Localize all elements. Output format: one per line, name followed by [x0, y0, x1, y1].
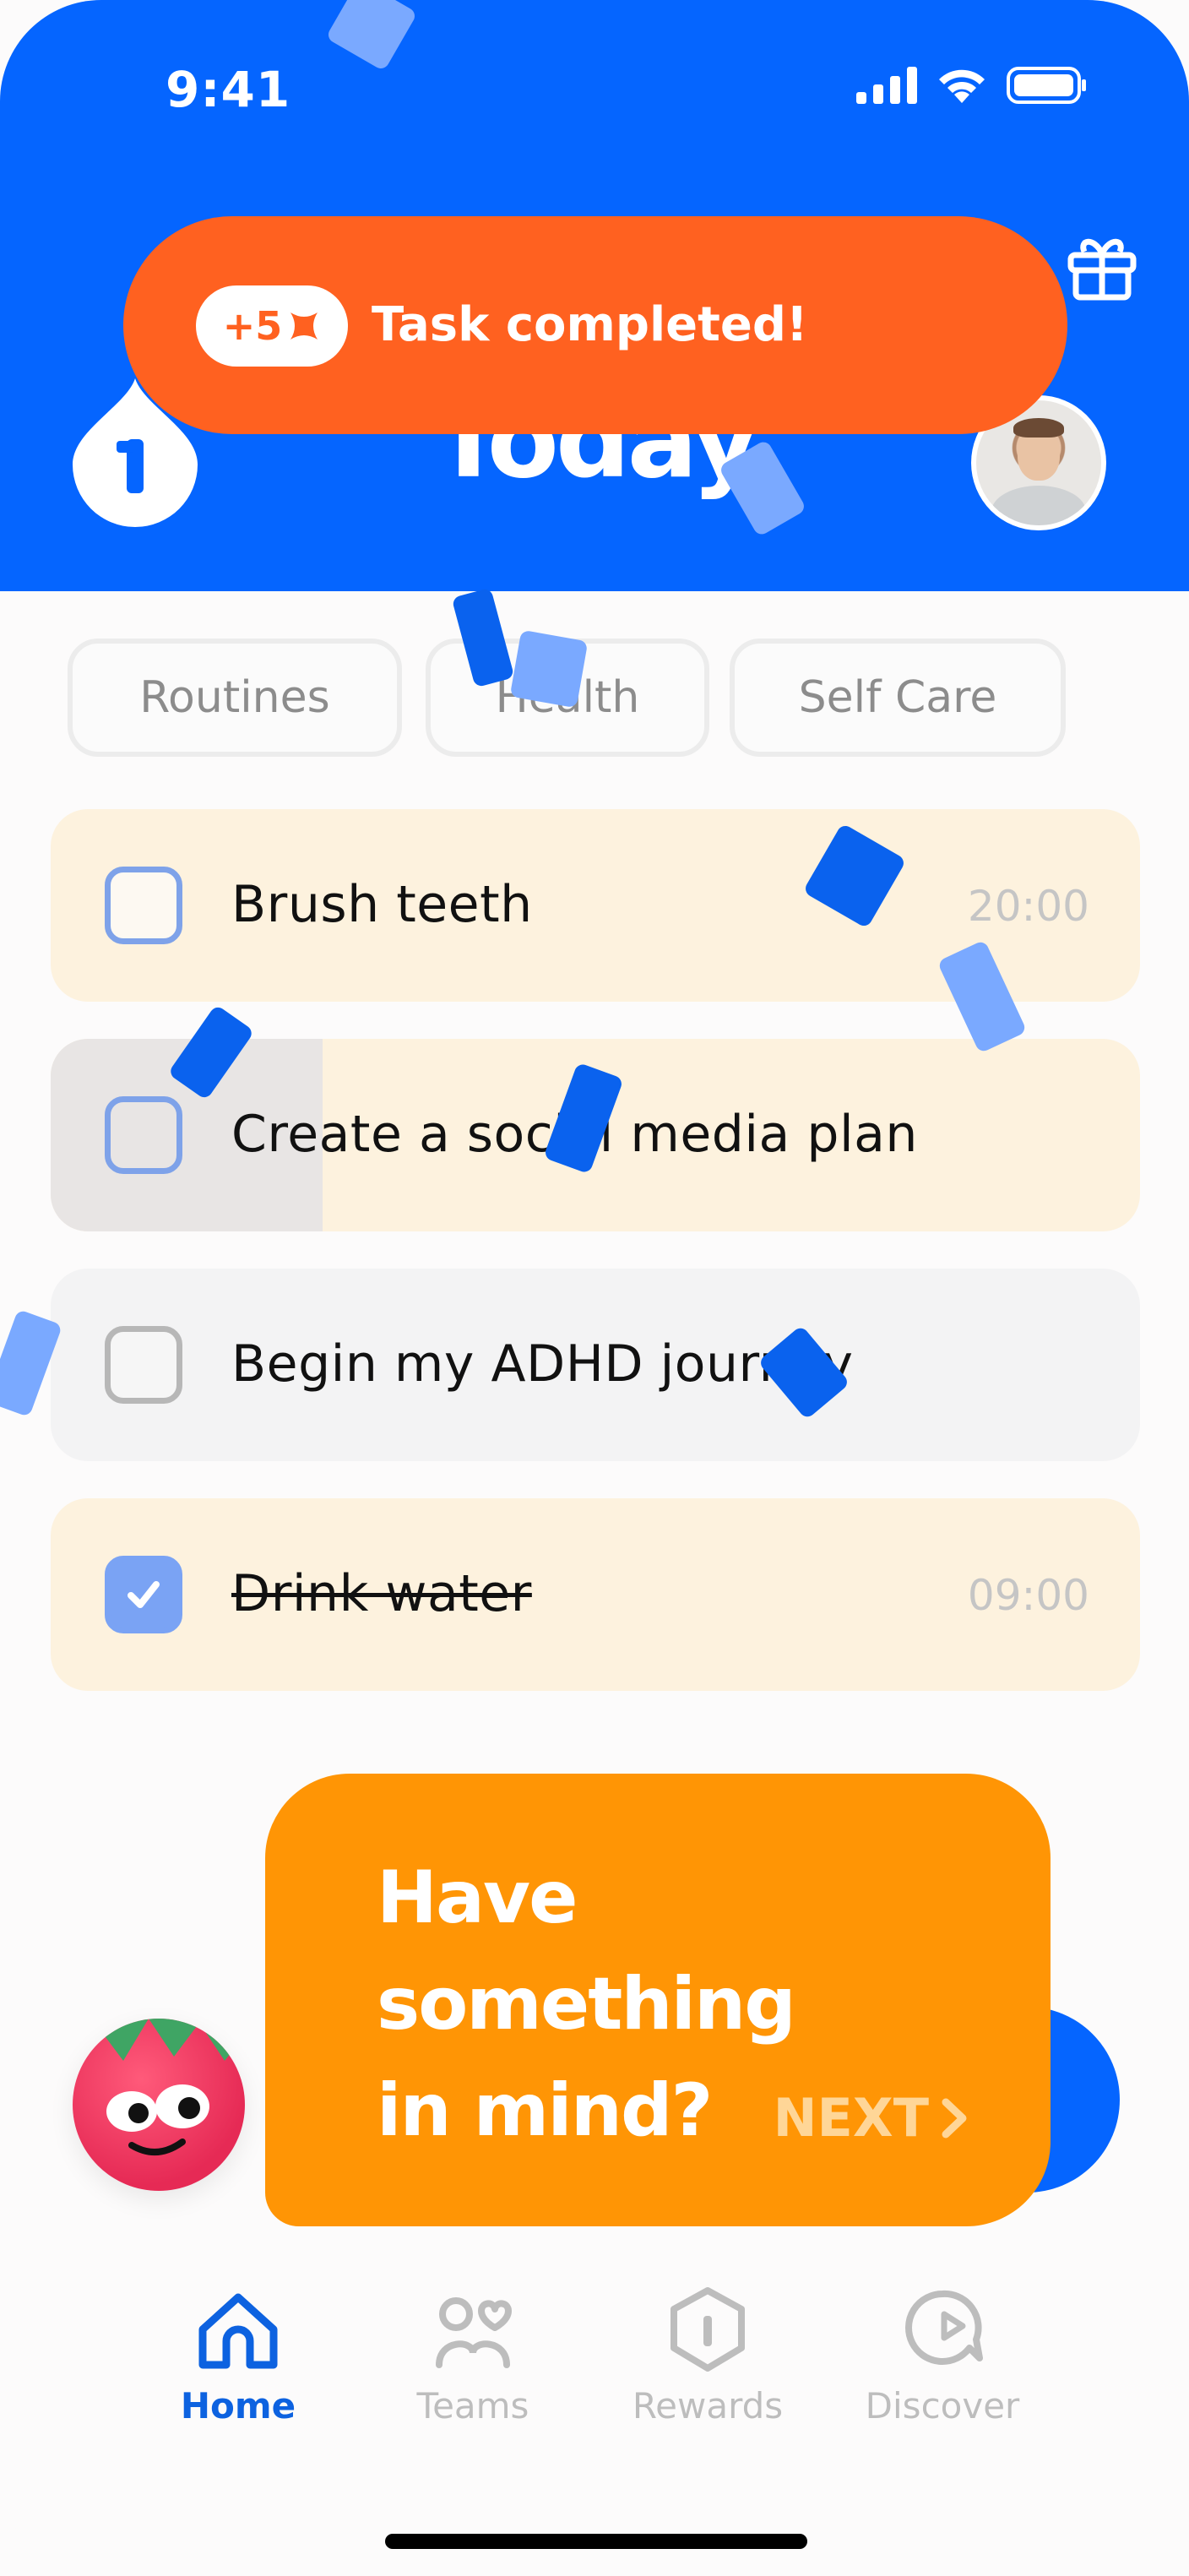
- task-label: Drink water: [231, 1564, 532, 1623]
- task-checkbox[interactable]: [105, 867, 182, 944]
- wifi-icon: [939, 69, 985, 103]
- task-checkbox-checked[interactable]: [105, 1556, 182, 1633]
- speech-bubble: Have something in mind? NEXT: [265, 1774, 1051, 2226]
- nav-discover-label: Discover: [865, 2385, 1020, 2427]
- points-value: +5: [222, 303, 283, 349]
- battery-icon: [1007, 67, 1086, 104]
- chip-self-care[interactable]: Self Care: [730, 639, 1066, 757]
- phone-screen: 9:41 Today +5 Task completed! Routines S…: [0, 0, 1189, 2576]
- sparkle-icon: [290, 312, 318, 340]
- discover-icon: [905, 2290, 983, 2365]
- task-row[interactable]: Drink water 09:00: [51, 1498, 1140, 1691]
- task-time: 20:00: [967, 882, 1089, 931]
- mascot-avatar[interactable]: [73, 2019, 245, 2191]
- next-label: NEXT: [773, 2087, 929, 2149]
- toast-message: Task completed!: [372, 297, 808, 352]
- rewards-icon: [671, 2287, 745, 2372]
- next-button[interactable]: NEXT: [774, 2087, 969, 2149]
- chevron-right-icon: [942, 2098, 967, 2138]
- task-time: 09:00: [967, 1571, 1089, 1620]
- bottom-nav: Home Teams Rewards Discover: [0, 2280, 1189, 2492]
- task-label: Brush teeth: [231, 875, 533, 934]
- confetti-piece: [509, 629, 589, 709]
- task-checkbox[interactable]: [105, 1326, 182, 1404]
- task-row[interactable]: Begin my ADHD journey: [51, 1269, 1140, 1461]
- nav-home[interactable]: Home: [137, 2280, 339, 2427]
- chip-routines[interactable]: Routines: [68, 639, 402, 757]
- gift-icon[interactable]: [1064, 228, 1140, 304]
- nav-home-label: Home: [180, 2385, 296, 2427]
- nav-rewards-label: Rewards: [632, 2385, 784, 2427]
- status-icons: [856, 66, 1088, 105]
- home-indicator[interactable]: [385, 2534, 807, 2549]
- mascot-icon: [73, 2019, 245, 2156]
- nav-teams-label: Teams: [416, 2385, 529, 2427]
- teams-icon: [436, 2297, 512, 2368]
- signal-icon: [856, 67, 917, 104]
- task-checkbox[interactable]: [105, 1096, 182, 1174]
- nav-discover[interactable]: Discover: [841, 2280, 1044, 2427]
- home-icon: [198, 2293, 278, 2369]
- task-completed-toast: +5 Task completed!: [123, 216, 1067, 434]
- checkmark-icon: [128, 1581, 160, 1608]
- points-chip: +5: [196, 285, 348, 367]
- nav-rewards[interactable]: Rewards: [606, 2280, 809, 2427]
- status-time: 9:41: [166, 61, 291, 118]
- nav-teams[interactable]: Teams: [372, 2280, 574, 2427]
